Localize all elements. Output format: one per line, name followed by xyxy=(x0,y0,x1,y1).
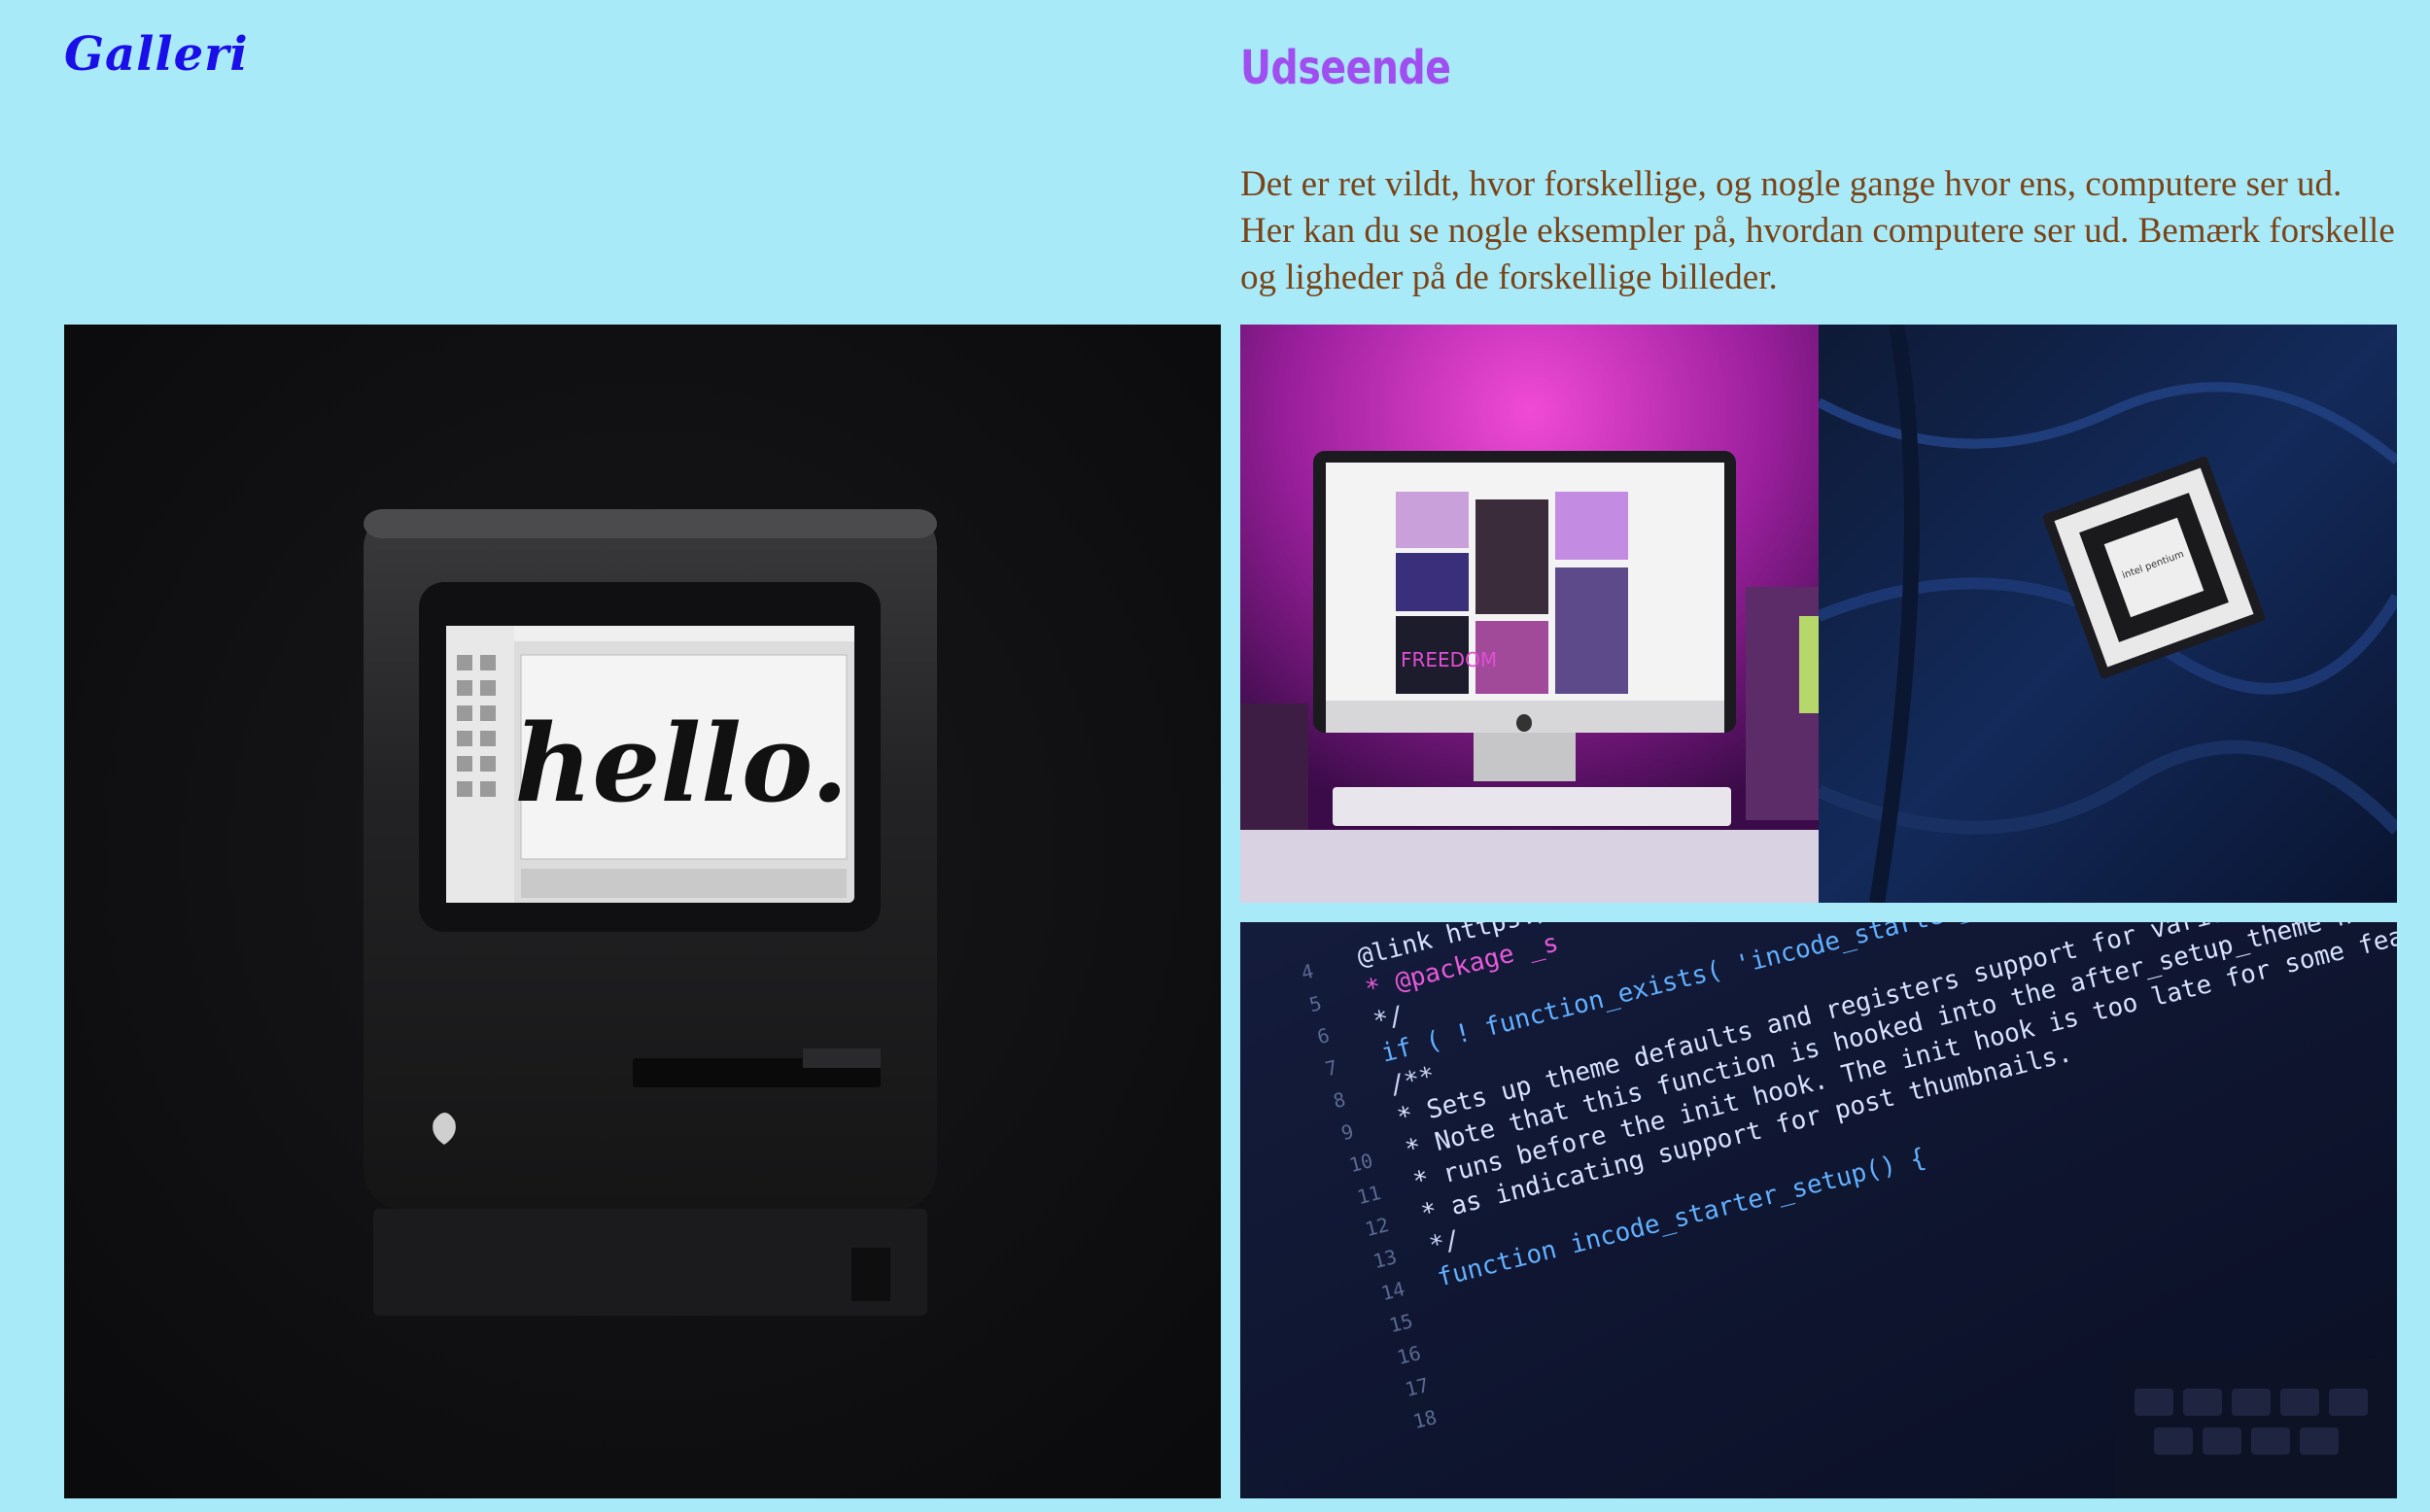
hello-screen-text: hello. xyxy=(514,701,848,826)
gallery-image-cpu[interactable]: intel pentium xyxy=(1819,325,2397,903)
macintosh-photo: hello. xyxy=(64,325,1221,1498)
gallery-image-macintosh[interactable]: hello. xyxy=(64,325,1221,1498)
section-heading: Udseende xyxy=(1240,41,1451,95)
gallery-image-code[interactable]: 456789101112131415161718 @link https://d… xyxy=(1240,922,2397,1498)
gallery-image-imac[interactable]: FREEDOM xyxy=(1240,325,1819,903)
site-logo[interactable]: Galleri xyxy=(64,27,249,82)
apple-logo-icon xyxy=(1516,714,1532,732)
imac-photo: FREEDOM xyxy=(1240,325,1819,903)
code-photo: 456789101112131415161718 @link https://d… xyxy=(1240,922,2397,1498)
cpu-photo: intel pentium xyxy=(1819,325,2397,903)
freedom-poster-text: FREEDOM xyxy=(1401,648,1497,671)
section-intro: Det er ret vildt, hvor forskellige, og n… xyxy=(1240,164,2395,297)
